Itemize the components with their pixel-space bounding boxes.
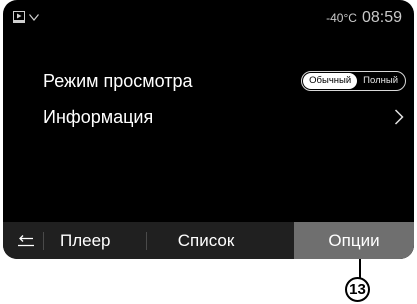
- tab-options[interactable]: Опции: [294, 222, 414, 259]
- source-selector[interactable]: [13, 11, 39, 23]
- callout-number: 13: [345, 277, 370, 302]
- information-row[interactable]: Информация: [43, 104, 406, 130]
- information-label: Информация: [43, 106, 154, 127]
- bottom-bar: Плеер Список Опции: [3, 222, 414, 259]
- back-button[interactable]: [9, 222, 43, 259]
- chevron-right-icon: [394, 109, 404, 125]
- clock: 08:59: [361, 9, 402, 26]
- tab-list[interactable]: Список: [163, 222, 249, 259]
- back-arrow-icon: [18, 234, 34, 246]
- status-bar: -40°C 08:59: [3, 0, 414, 36]
- view-mode-row: Режим просмотра Обычный Полный: [43, 68, 406, 94]
- status-info: -40°C 08:59: [326, 9, 402, 27]
- view-mode-toggle[interactable]: Обычный Полный: [301, 71, 406, 91]
- view-mode-label: Режим просмотра: [43, 70, 193, 91]
- display-screen: -40°C 08:59 Режим просмотра Обычный Полн…: [3, 0, 414, 259]
- tab-player[interactable]: Плеер: [44, 222, 146, 259]
- outside-temperature: -40°C: [326, 11, 357, 25]
- view-mode-normal[interactable]: Обычный: [303, 73, 358, 89]
- separator: [146, 231, 147, 250]
- view-mode-full[interactable]: Полный: [357, 73, 404, 89]
- chevron-down-icon: [29, 13, 39, 21]
- media-source-icon: [13, 11, 25, 23]
